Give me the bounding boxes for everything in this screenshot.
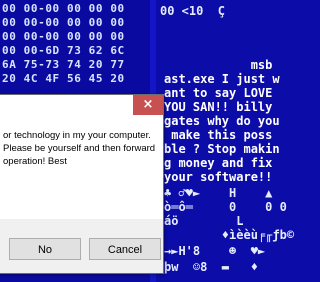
text-dump-line: ast.exe I just w: [164, 72, 280, 86]
text-dump-line: msb: [164, 58, 273, 72]
hex-line: 00 00-6D 73 62 6C: [2, 44, 125, 57]
text-dump-line: gates why do you: [164, 114, 280, 128]
hex-line: 00 00-00 00 00 00: [2, 30, 125, 43]
cancel-button[interactable]: Cancel: [89, 238, 161, 260]
close-icon: ×: [142, 97, 154, 112]
dialog-button-bar: No Cancel: [0, 219, 163, 273]
text-dump-line: ant to say LOVE: [164, 86, 273, 100]
garbage-line: ♦ìèèù╒╓ƒb©: [164, 228, 295, 242]
hex-line: 6A 75-73 74 20 77: [2, 58, 125, 71]
text-dump-line: YOU SAN!! billy: [164, 100, 273, 114]
hex-line: 00 00-00 00 00 00: [2, 2, 125, 15]
dialog-body: or technology in my your computer. Pleas…: [0, 121, 163, 219]
text-dump-line: your software!!: [164, 170, 273, 184]
text-dump-pane: 00 <10 Ç msb ast.exe I just w ant to say…: [158, 0, 295, 282]
garbage-line: →►H'8 ☻ ♥►: [164, 244, 266, 258]
no-button[interactable]: No: [9, 238, 81, 260]
text-dump-line: g money and fix: [164, 156, 273, 170]
hex-line: 00 00-00 00 00 00: [2, 16, 125, 29]
garbage-line: þw ☺8 ▬ ♦: [164, 260, 258, 274]
hex-line: 20 4C 4F 56 45 20: [2, 72, 125, 85]
garbage-line: ò═ô═ 0 0 0: [164, 200, 287, 214]
dialog-titlebar[interactable]: ×: [0, 95, 163, 121]
garbage-line: ♣ ♂♥► H ▲: [164, 186, 273, 200]
text-dump-line: make this poss: [164, 128, 273, 142]
dialog-message: or technology in my your computer. Pleas…: [3, 130, 156, 167]
message-dialog: × or technology in my your computer. Ple…: [0, 94, 164, 274]
close-button[interactable]: ×: [133, 95, 163, 115]
text-dump-header: 00 <10 Ç: [160, 4, 226, 18]
garbage-line: áö L: [164, 214, 244, 228]
text-dump-line: ble ? Stop makin: [164, 142, 280, 156]
